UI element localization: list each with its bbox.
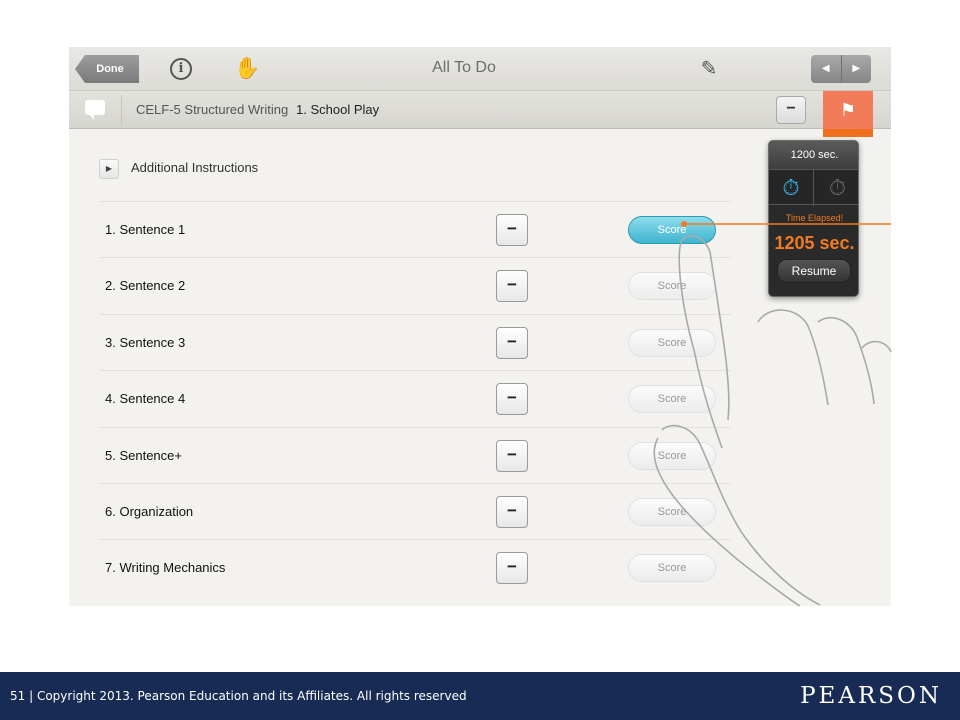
slide: Done i ✋ All To Do ✎ ◀ ▶ CELF-5 Structur… xyxy=(0,0,960,720)
timer-popover: 1200 sec. ⏱ ⏱ Time Elapsed! 1205 sec. Re… xyxy=(768,140,859,297)
list-item: 2. Sentence 2 − Score xyxy=(99,257,731,313)
toolbar-title: All To Do xyxy=(432,59,496,76)
score-button[interactable]: Score xyxy=(628,554,716,582)
row-label: 4. Sentence 4 xyxy=(105,391,186,406)
list-item: 1. Sentence 1 − Score xyxy=(99,201,731,257)
info-icon[interactable]: i xyxy=(170,58,192,80)
score-button[interactable]: Score xyxy=(628,385,716,413)
score-button[interactable]: Score xyxy=(628,329,716,357)
minus-button[interactable]: − xyxy=(496,214,528,246)
row-label: 2. Sentence 2 xyxy=(105,278,186,293)
next-button[interactable]: ▶ xyxy=(842,55,872,83)
stopwatch-down-icon[interactable]: ⏱ xyxy=(815,170,858,206)
score-button[interactable]: Score xyxy=(628,498,716,526)
minus-button[interactable]: − xyxy=(496,383,528,415)
additional-instructions-label: Additional Instructions xyxy=(131,160,259,175)
disclosure-triangle-icon[interactable]: ▶ xyxy=(99,159,119,179)
timer-status: Time Elapsed! xyxy=(785,213,844,223)
row-label: 3. Sentence 3 xyxy=(105,335,186,350)
pearson-logo: PEARSON xyxy=(800,683,942,709)
minus-button[interactable]: − xyxy=(496,552,528,584)
minus-button[interactable]: − xyxy=(496,327,528,359)
ipad-app-screen: Done i ✋ All To Do ✎ ◀ ▶ CELF-5 Structur… xyxy=(69,47,891,606)
test-name: CELF-5 Structured Writing xyxy=(136,102,289,117)
item-title: 1. School Play xyxy=(296,102,380,117)
row-label: 6. Organization xyxy=(105,504,194,519)
resume-button[interactable]: Resume xyxy=(777,259,851,283)
header-divider xyxy=(121,95,122,125)
timer-limit: 1200 sec. xyxy=(769,141,858,169)
footer-bar: 51 | Copyright 2013. Pearson Education a… xyxy=(0,672,960,720)
score-button[interactable]: Score xyxy=(628,272,716,300)
item-header-bar: CELF-5 Structured Writing 1. School Play… xyxy=(69,91,891,137)
score-button[interactable]: Score xyxy=(628,216,716,244)
comment-icon[interactable] xyxy=(85,100,105,120)
minus-button[interactable]: − xyxy=(496,440,528,472)
list-item: 7. Writing Mechanics − Score xyxy=(99,539,731,595)
copyright-text: 51 | Copyright 2013. Pearson Education a… xyxy=(10,689,467,703)
list-item: 4. Sentence 4 − Score xyxy=(99,370,731,426)
list-item: 5. Sentence+ − Score xyxy=(99,427,731,483)
collapse-button[interactable]: − xyxy=(776,96,806,124)
prev-next-buttons: ◀ ▶ xyxy=(811,55,871,83)
stopwatch-up-icon[interactable]: ⏱ xyxy=(769,170,814,206)
prev-button[interactable]: ◀ xyxy=(811,55,842,83)
timer-elapsed: 1205 sec. xyxy=(774,233,855,253)
hand-raise-icon[interactable]: ✋ xyxy=(234,56,260,82)
list-item: 3. Sentence 3 − Score xyxy=(99,314,731,370)
minus-button[interactable]: − xyxy=(496,496,528,528)
score-button[interactable]: Score xyxy=(628,442,716,470)
row-label: 1. Sentence 1 xyxy=(105,222,186,237)
row-label: 5. Sentence+ xyxy=(105,448,182,463)
pencil-icon[interactable]: ✎ xyxy=(697,57,721,81)
list-item: 6. Organization − Score xyxy=(99,483,731,539)
top-toolbar: Done i ✋ All To Do ✎ ◀ ▶ xyxy=(69,47,891,91)
minus-button[interactable]: − xyxy=(496,270,528,302)
timer-mode-toggle: ⏱ ⏱ xyxy=(769,169,858,206)
row-label: 7. Writing Mechanics xyxy=(105,560,226,575)
done-button[interactable]: Done xyxy=(75,55,139,83)
flag-icon[interactable]: ⚑ xyxy=(823,91,873,129)
